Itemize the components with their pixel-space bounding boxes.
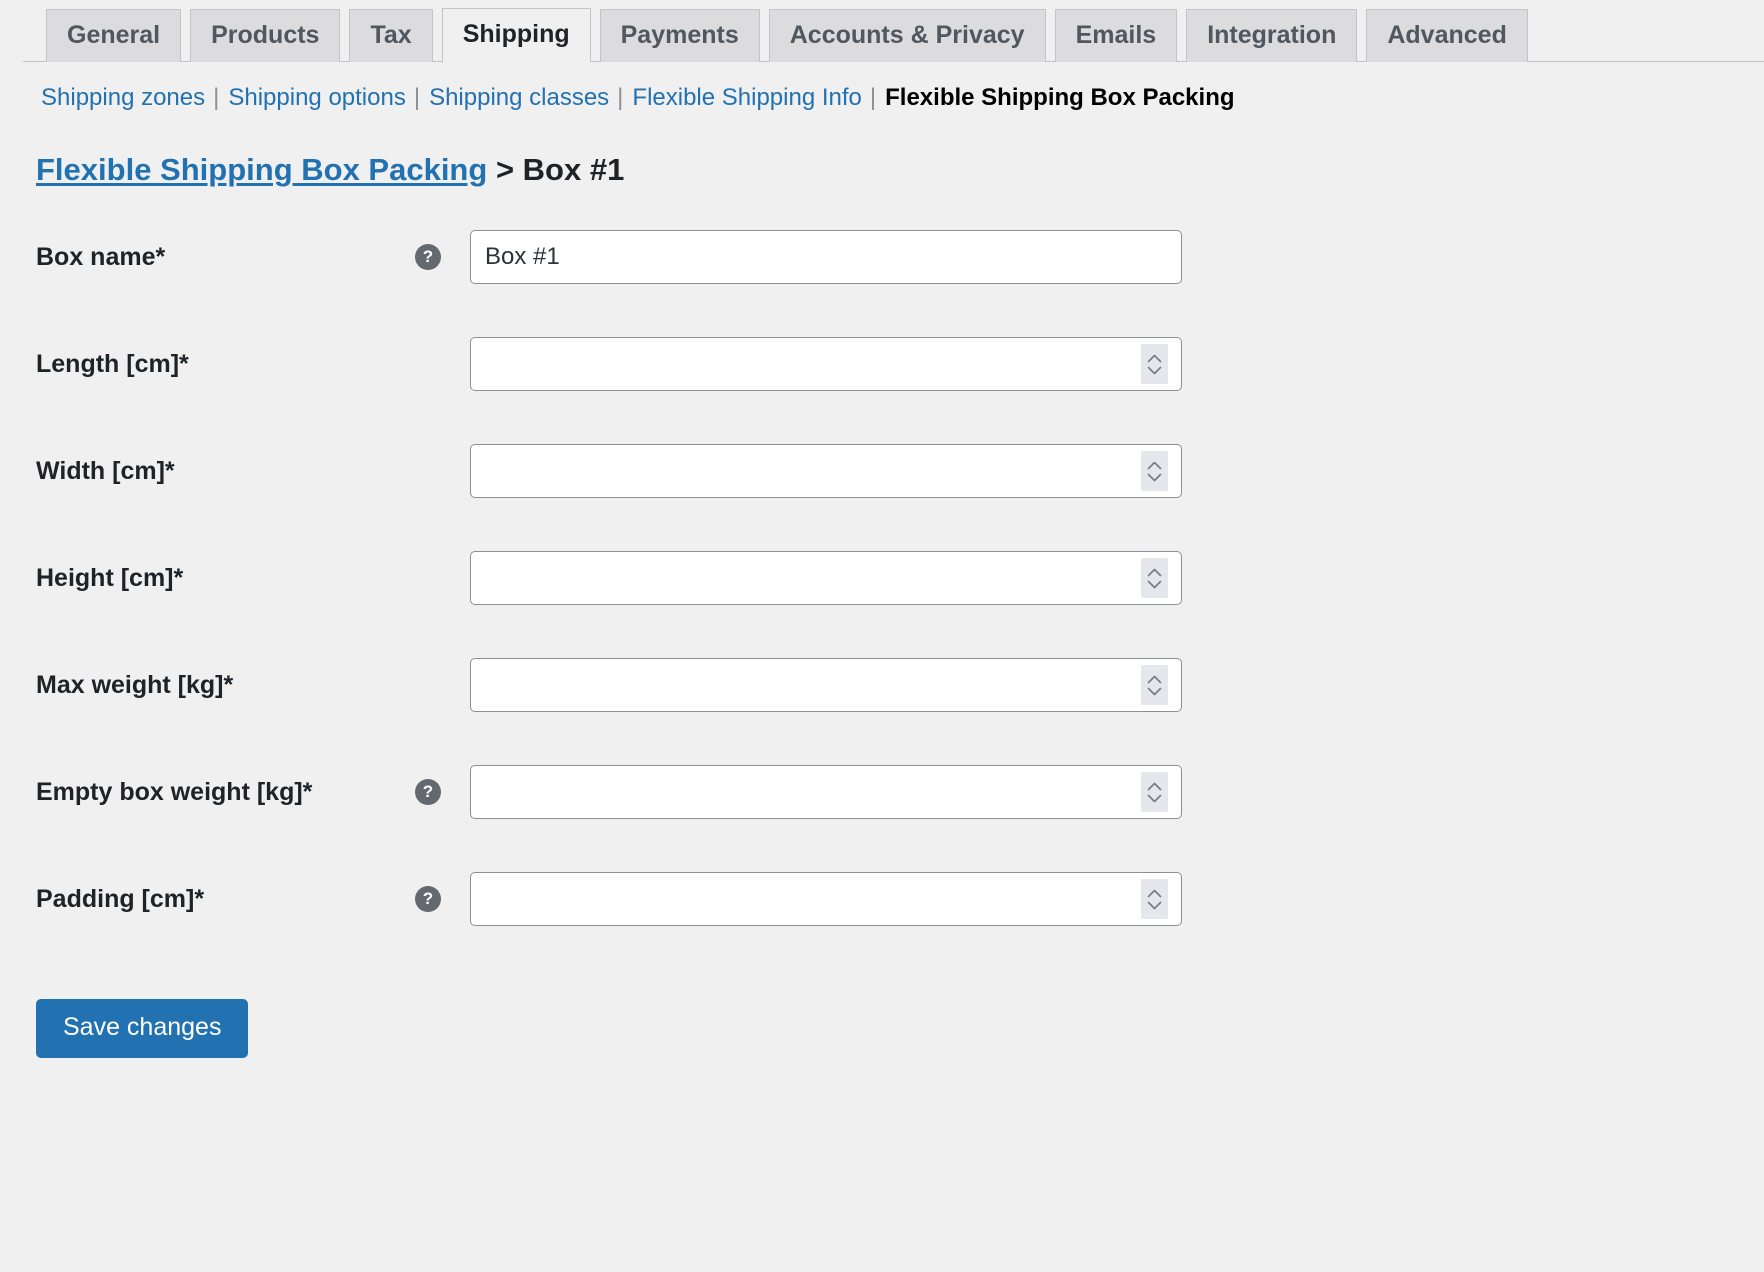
subnav-separator: | bbox=[205, 84, 228, 113]
chevron-down-icon[interactable] bbox=[1147, 794, 1162, 803]
tab-products[interactable]: Products bbox=[190, 9, 340, 63]
height-cm-stepper[interactable] bbox=[1141, 558, 1168, 598]
field-control-empty-box-weight-kg bbox=[470, 765, 1182, 819]
chevron-up-icon[interactable] bbox=[1147, 782, 1162, 791]
subnav-item-flexible-shipping-info[interactable]: Flexible Shipping Info bbox=[632, 84, 861, 113]
chevron-down-icon[interactable] bbox=[1147, 687, 1162, 696]
form-row-height-cm: Height [cm]* bbox=[36, 525, 1764, 632]
form-row-max-weight-kg: Max weight [kg]* bbox=[36, 632, 1764, 739]
shipping-subnav: Shipping zones|Shipping options|Shipping… bbox=[0, 84, 1764, 113]
chevron-up-icon[interactable] bbox=[1147, 354, 1162, 363]
settings-tab-bar: GeneralProductsTaxShippingPaymentsAccoun… bbox=[0, 0, 1764, 62]
padding-cm-input[interactable] bbox=[470, 872, 1182, 926]
chevron-up-icon[interactable] bbox=[1147, 461, 1162, 470]
form-row-length-cm: Length [cm]* bbox=[36, 311, 1764, 418]
tab-tax[interactable]: Tax bbox=[349, 9, 432, 63]
empty-box-weight-kg-input[interactable] bbox=[470, 765, 1182, 819]
width-cm-input[interactable] bbox=[470, 444, 1182, 498]
help-slot-box-name: ? bbox=[415, 244, 451, 270]
chevron-up-icon[interactable] bbox=[1147, 675, 1162, 684]
field-control-padding-cm bbox=[470, 872, 1182, 926]
length-cm-input[interactable] bbox=[470, 337, 1182, 391]
subnav-item-shipping-zones[interactable]: Shipping zones bbox=[41, 84, 205, 113]
tab-emails[interactable]: Emails bbox=[1055, 9, 1178, 63]
field-control-length-cm bbox=[470, 337, 1182, 391]
field-label-box-name: Box name* bbox=[36, 242, 415, 272]
chevron-up-icon[interactable] bbox=[1147, 568, 1162, 577]
field-label-length-cm: Length [cm]* bbox=[36, 349, 415, 379]
tab-integration[interactable]: Integration bbox=[1186, 9, 1357, 63]
subnav-item-shipping-classes[interactable]: Shipping classes bbox=[429, 84, 609, 113]
chevron-down-icon[interactable] bbox=[1147, 580, 1162, 589]
subnav-separator: | bbox=[406, 84, 429, 113]
field-control-max-weight-kg bbox=[470, 658, 1182, 712]
max-weight-kg-input[interactable] bbox=[470, 658, 1182, 712]
field-label-width-cm: Width [cm]* bbox=[36, 456, 415, 486]
field-control-width-cm bbox=[470, 444, 1182, 498]
question-mark-icon[interactable]: ? bbox=[415, 886, 441, 912]
help-slot-empty-box-weight-kg: ? bbox=[415, 779, 451, 805]
field-label-padding-cm: Padding [cm]* bbox=[36, 884, 415, 914]
box-name-input[interactable] bbox=[470, 230, 1182, 284]
field-control-box-name bbox=[470, 230, 1182, 284]
tab-accounts-privacy[interactable]: Accounts & Privacy bbox=[769, 9, 1046, 63]
form-row-padding-cm: Padding [cm]*? bbox=[36, 846, 1764, 953]
length-cm-stepper[interactable] bbox=[1141, 344, 1168, 384]
chevron-down-icon[interactable] bbox=[1147, 473, 1162, 482]
subnav-item-flexible-shipping-box-packing: Flexible Shipping Box Packing bbox=[885, 84, 1234, 113]
help-slot-padding-cm: ? bbox=[415, 886, 451, 912]
chevron-down-icon[interactable] bbox=[1147, 366, 1162, 375]
empty-box-weight-kg-stepper[interactable] bbox=[1141, 772, 1168, 812]
form-row-box-name: Box name*? bbox=[36, 204, 1764, 311]
field-control-height-cm bbox=[470, 551, 1182, 605]
padding-cm-stepper[interactable] bbox=[1141, 879, 1168, 919]
chevron-up-icon[interactable] bbox=[1147, 889, 1162, 898]
subnav-item-shipping-options[interactable]: Shipping options bbox=[228, 84, 405, 113]
subnav-separator: | bbox=[862, 84, 885, 113]
field-label-empty-box-weight-kg: Empty box weight [kg]* bbox=[36, 777, 415, 807]
subnav-separator: | bbox=[609, 84, 632, 113]
width-cm-stepper[interactable] bbox=[1141, 451, 1168, 491]
tab-shipping[interactable]: Shipping bbox=[442, 8, 591, 64]
save-changes-button[interactable]: Save changes bbox=[36, 999, 248, 1059]
max-weight-kg-stepper[interactable] bbox=[1141, 665, 1168, 705]
question-mark-icon[interactable]: ? bbox=[415, 244, 441, 270]
form-row-empty-box-weight-kg: Empty box weight [kg]*? bbox=[36, 739, 1764, 846]
tab-advanced[interactable]: Advanced bbox=[1366, 9, 1527, 63]
form-row-width-cm: Width [cm]* bbox=[36, 418, 1764, 525]
tab-payments[interactable]: Payments bbox=[600, 9, 760, 63]
breadcrumb-parent-link[interactable]: Flexible Shipping Box Packing bbox=[36, 152, 487, 187]
question-mark-icon[interactable]: ? bbox=[415, 779, 441, 805]
form-actions: Save changes bbox=[0, 999, 1764, 1059]
breadcrumb-current: > Box #1 bbox=[496, 152, 624, 187]
field-label-height-cm: Height [cm]* bbox=[36, 563, 415, 593]
page-title: Flexible Shipping Box Packing > Box #1 bbox=[0, 151, 1764, 188]
field-label-max-weight-kg: Max weight [kg]* bbox=[36, 670, 415, 700]
chevron-down-icon[interactable] bbox=[1147, 901, 1162, 910]
tab-general[interactable]: General bbox=[46, 9, 181, 63]
box-settings-form: Box name*? Length [cm]* Width [cm]* Height … bbox=[0, 204, 1764, 953]
height-cm-input[interactable] bbox=[470, 551, 1182, 605]
